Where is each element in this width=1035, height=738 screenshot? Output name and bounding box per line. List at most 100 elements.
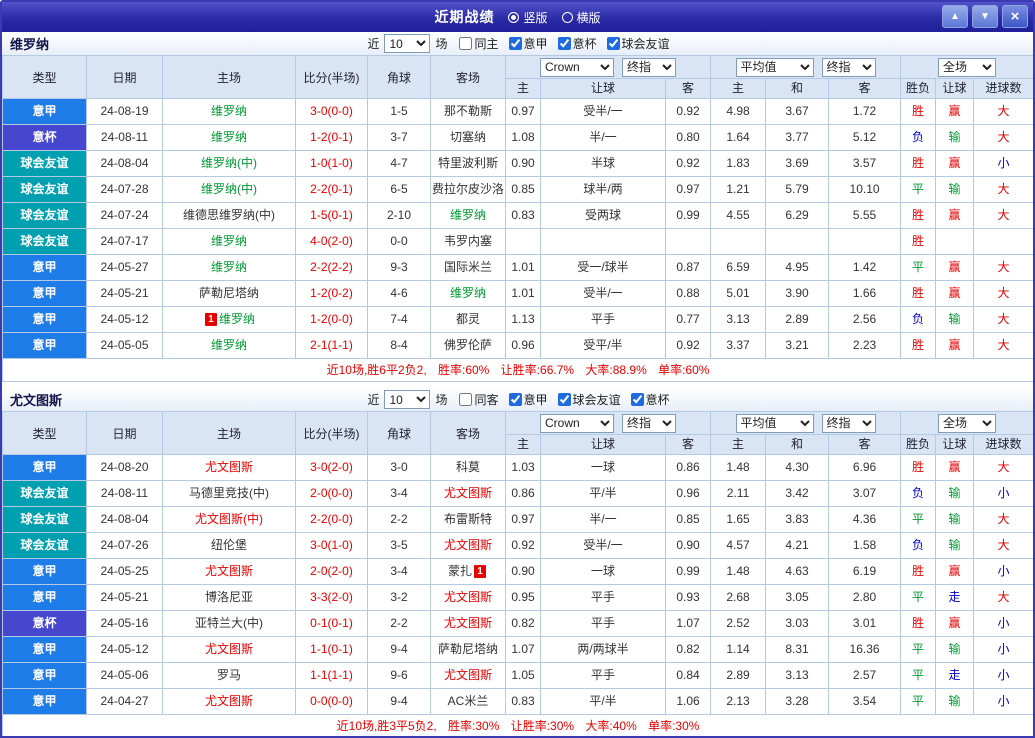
- league-filter-label: 意杯: [572, 37, 597, 51]
- scope-select[interactable]: 全场: [938, 413, 997, 433]
- handicap-home-odds: 0.90: [505, 150, 541, 177]
- bookmaker-select[interactable]: Crown: [540, 413, 614, 433]
- up-button[interactable]: ▲: [942, 5, 968, 28]
- layout-horizontal-radio[interactable]: 横版: [561, 9, 601, 26]
- goals-result-cell: 小: [973, 480, 1033, 507]
- league-checkbox-input[interactable]: [606, 37, 620, 50]
- match-row: 意甲 24-05-27 维罗纳 2-2(2-2) 9-3 国际米兰 1.01 受…: [2, 254, 1033, 281]
- handicap-home-odds: 0.85: [505, 176, 541, 203]
- result-cell: 胜: [900, 332, 937, 359]
- corner-cell: 3-5: [367, 532, 431, 559]
- match-date: 24-08-20: [86, 454, 163, 481]
- league-checkbox-input[interactable]: [508, 393, 522, 406]
- down-button[interactable]: ▼: [972, 5, 998, 28]
- handicap-away-odds: 0.88: [664, 280, 712, 307]
- same-venue-checkbox[interactable]: 同主: [452, 35, 499, 52]
- corner-cell: 4-6: [367, 280, 431, 307]
- handicap-home-odds: 0.82: [505, 610, 541, 637]
- goals-result-cell: 小: [973, 688, 1033, 715]
- league-checkbox-input[interactable]: [557, 393, 571, 406]
- window-buttons: ▲ ▼ ×: [942, 5, 1028, 28]
- avg-draw-odds: 8.31: [765, 636, 830, 663]
- handicap-home-odds: 0.83: [505, 688, 541, 715]
- results-tbody: 意甲 24-08-20 尤文图斯 3-0(2-0) 3-0 科莫 1.03 一球…: [2, 454, 1033, 715]
- goals-result-cell: 大: [973, 98, 1033, 125]
- home-team-name: 亚特兰大(中): [195, 616, 263, 630]
- league-filter-checkbox-0[interactable]: 意甲: [502, 35, 548, 52]
- handicap-line: 受半/一: [540, 280, 666, 307]
- result-cell: 平: [900, 176, 937, 203]
- final-odds-select-1[interactable]: 终指: [622, 413, 676, 433]
- avg-away-odds: 2.23: [828, 332, 902, 359]
- average-select[interactable]: 平均值: [735, 57, 814, 77]
- match-date: 24-04-27: [86, 688, 163, 715]
- col-goals: 进球数: [973, 434, 1033, 455]
- final-odds-select-2[interactable]: 终指: [821, 413, 876, 433]
- summary-row: 近10场,胜6平2负2, 胜率:60% 让胜率:66.7% 大率:88.9% 单…: [2, 358, 1033, 382]
- avg-draw-odds: 3.69: [765, 150, 830, 177]
- avg-draw-odds: 5.79: [765, 176, 830, 203]
- away-team-name: 尤文图斯: [443, 538, 492, 552]
- avg-away-odds: 5.12: [828, 124, 902, 151]
- final-odds-select-2[interactable]: 终指: [821, 57, 876, 77]
- away-team-name: 维罗纳: [449, 208, 486, 222]
- handicap-line: 半/一: [540, 506, 666, 533]
- euro-odds-group: 平均值 终指: [710, 411, 902, 435]
- match-date: 24-08-04: [86, 150, 163, 177]
- avg-draw-odds: 3.05: [765, 584, 830, 611]
- close-button[interactable]: ×: [1002, 5, 1028, 28]
- match-date: 24-05-12: [86, 636, 163, 663]
- away-team-cell: 布雷斯特: [430, 506, 506, 533]
- goals-result-cell: 大: [973, 584, 1033, 611]
- away-team-cell: 都灵: [430, 306, 506, 333]
- home-team-cell: 纽伦堡: [162, 532, 296, 559]
- league-checkbox-input[interactable]: [557, 37, 571, 50]
- same-venue-checkbox-input[interactable]: [459, 393, 473, 406]
- league-filter-checkbox-2[interactable]: 球会友谊: [600, 35, 670, 52]
- match-date: 24-08-19: [86, 98, 163, 125]
- league-filter-checkbox-1[interactable]: 意杯: [551, 35, 597, 52]
- score-cell: 0-0(0-0): [295, 688, 368, 715]
- handicap-result-cell: 输: [935, 688, 975, 715]
- league-type-badge: 球会友谊: [2, 506, 87, 533]
- average-select[interactable]: 平均值: [735, 413, 814, 433]
- match-count-select[interactable]: 10: [384, 34, 431, 53]
- home-team-name: 尤文图斯: [204, 564, 253, 578]
- result-cell: 平: [900, 688, 937, 715]
- euro-odds-group: 平均值 终指: [710, 55, 902, 79]
- final-odds-select-1[interactable]: 终指: [622, 57, 676, 77]
- col-avg-draw: 和: [765, 78, 830, 99]
- recent-results-window: 近期战绩 竖版 横版 ▲ ▼ × 维罗纳 近 10 场 同主 意甲 意杯 球会友…: [0, 0, 1035, 738]
- team-section-away: 尤文图斯 近 10 场 同客 意甲 球会友谊 意杯 类型 日期 主场 比分(半场…: [2, 388, 1033, 736]
- handicap-home-odds: 1.07: [505, 636, 541, 663]
- handicap-home-odds: 1.05: [505, 662, 541, 689]
- avg-away-odds: 6.96: [828, 454, 902, 481]
- league-filter-checkbox-2[interactable]: 意杯: [624, 391, 670, 408]
- match-count-select[interactable]: 10: [384, 390, 431, 409]
- bookmaker-select[interactable]: Crown: [540, 57, 614, 77]
- handicap-line: 平手: [540, 662, 666, 689]
- league-checkbox-input[interactable]: [630, 393, 644, 406]
- home-team-name: 尤文图斯: [204, 694, 253, 708]
- match-date: 24-05-21: [86, 584, 163, 611]
- away-team-name: 科莫: [455, 460, 480, 474]
- league-filter-checkbox-1[interactable]: 球会友谊: [551, 391, 621, 408]
- league-checkbox-input[interactable]: [508, 37, 522, 50]
- col-home: 主场: [162, 55, 296, 99]
- home-team-cell: 维罗纳(中): [162, 176, 296, 203]
- league-type-badge: 意甲: [2, 584, 87, 611]
- window-title: 近期战绩: [434, 9, 495, 25]
- avg-draw-odds: 3.13: [765, 662, 830, 689]
- same-venue-checkbox-input[interactable]: [459, 37, 473, 50]
- away-team-name: AC米兰: [447, 694, 489, 708]
- home-team-name: 萨勒尼塔纳: [198, 286, 259, 300]
- scope-select[interactable]: 全场: [938, 57, 997, 77]
- same-venue-checkbox[interactable]: 同客: [452, 391, 499, 408]
- layout-vertical-radio[interactable]: 竖版: [508, 9, 548, 26]
- avg-draw-odds: 2.89: [765, 306, 830, 333]
- match-row: 意甲 24-04-27 尤文图斯 0-0(0-0) 9-4 AC米兰 0.83 …: [2, 688, 1033, 715]
- league-filter-checkbox-0[interactable]: 意甲: [502, 391, 548, 408]
- score-cell: 1-2(0-0): [295, 306, 368, 333]
- col-date: 日期: [86, 55, 163, 99]
- result-cell: 负: [900, 124, 937, 151]
